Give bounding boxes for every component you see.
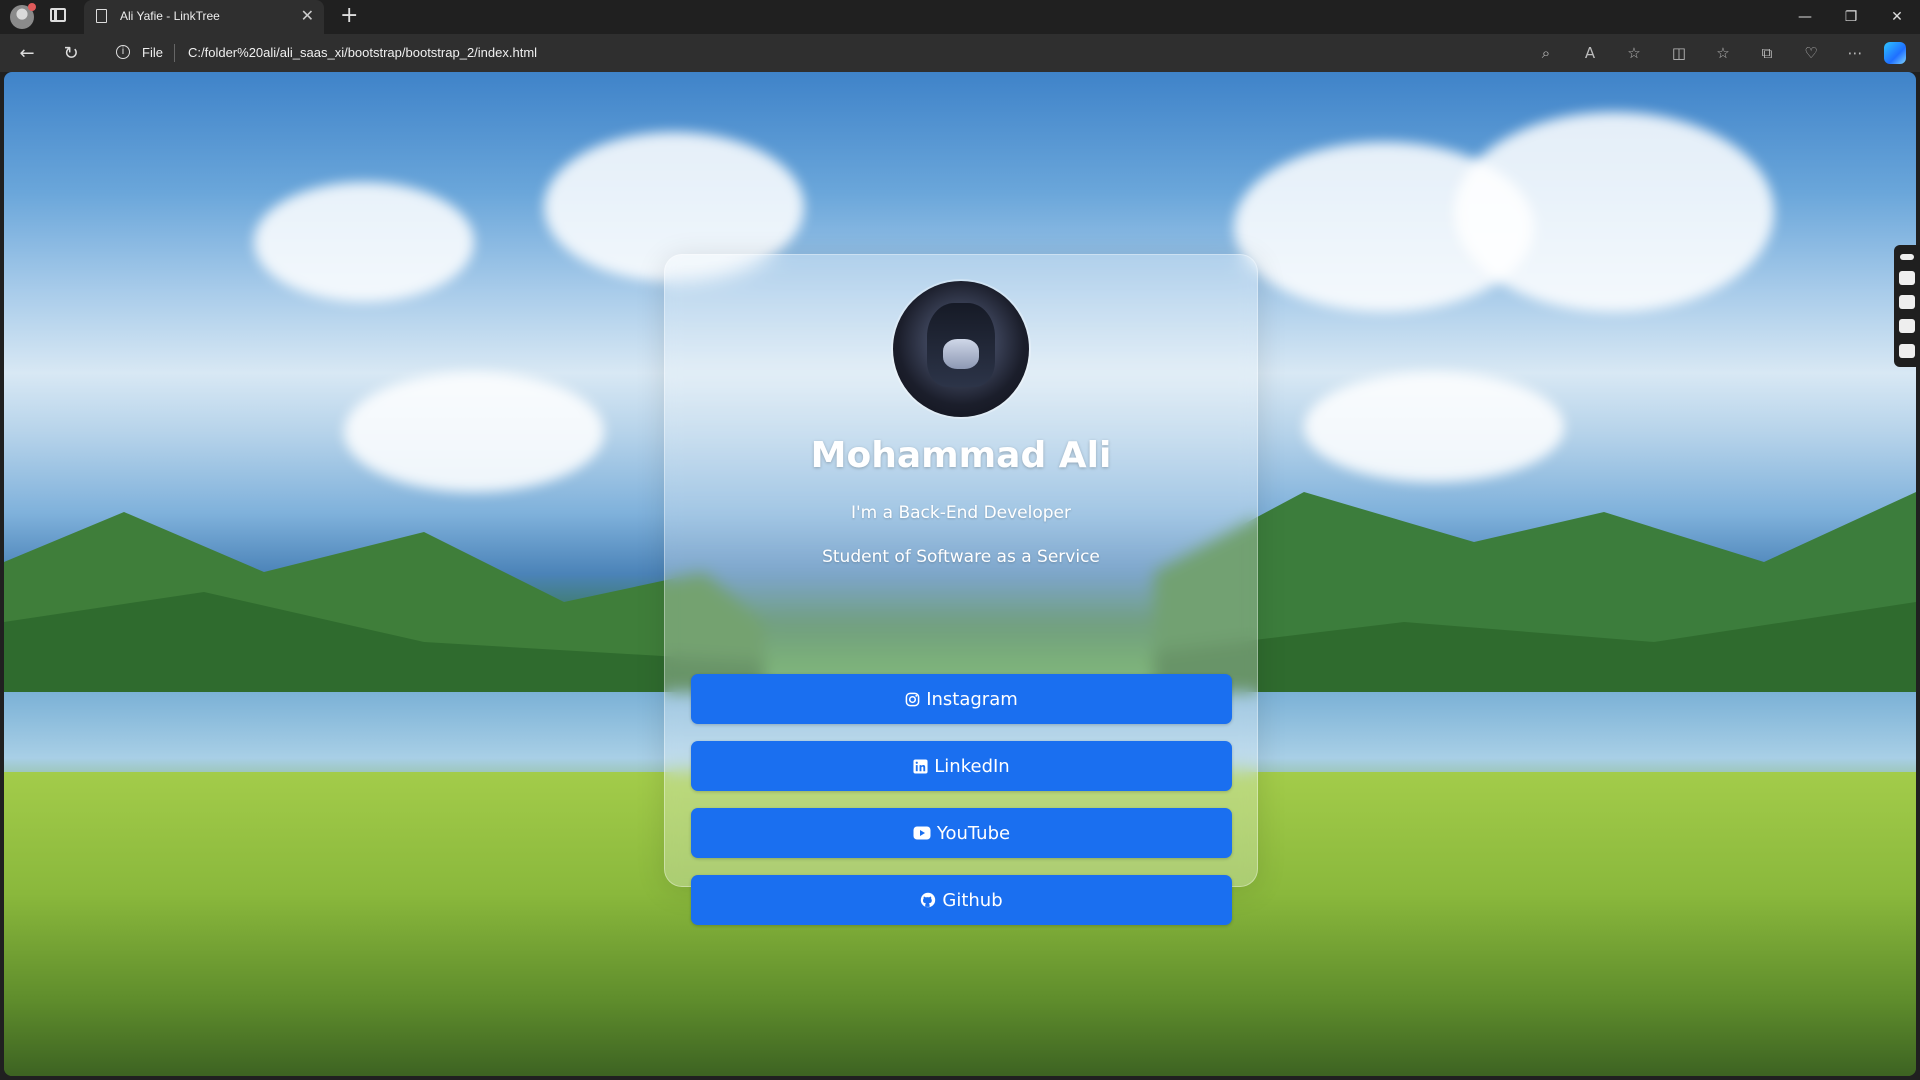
gear-icon[interactable] xyxy=(1899,343,1915,358)
minimize-button[interactable]: — xyxy=(1782,0,1828,34)
instagram-button[interactable]: Instagram xyxy=(691,674,1232,724)
new-tab-button[interactable]: + xyxy=(340,3,358,29)
linkedin-button[interactable]: LinkedIn xyxy=(691,741,1232,791)
cloud-shape xyxy=(1454,112,1774,312)
active-tab[interactable]: Ali Yafie - LinkTree ✕ xyxy=(84,0,324,34)
reload-icon[interactable]: ↻ xyxy=(58,40,84,66)
youtube-label: YouTube xyxy=(936,822,1011,844)
linkedin-label: LinkedIn xyxy=(934,755,1010,777)
address-divider xyxy=(174,44,175,62)
instagram-label: Instagram xyxy=(926,688,1018,710)
tagline-role: I'm a Back-End Developer xyxy=(850,503,1072,523)
copilot-icon[interactable] xyxy=(1884,42,1906,64)
cloud-shape xyxy=(254,182,474,302)
browser-toolbar: ← ↻ File C:/folder%20ali/ali_saas_xi/boo… xyxy=(0,34,1920,72)
close-window-button[interactable]: ✕ xyxy=(1874,0,1920,34)
window-icon[interactable] xyxy=(1899,319,1915,334)
profile-card: Mohammad Ali I'm a Back-End Developer St… xyxy=(664,254,1258,925)
collections-icon[interactable]: ⧉ xyxy=(1745,38,1789,68)
profile-avatar-icon[interactable] xyxy=(10,3,36,29)
profile-name: Mohammad Ali xyxy=(810,435,1112,476)
page-viewport: Mohammad Ali I'm a Back-End Developer St… xyxy=(4,72,1916,1076)
read-aloud-icon[interactable]: A xyxy=(1568,38,1612,68)
file-icon xyxy=(96,9,107,23)
favorites-icon[interactable]: ☆ xyxy=(1701,38,1745,68)
github-icon xyxy=(920,892,936,908)
url-text[interactable]: C:/folder%20ali/ali_saas_xi/bootstrap/bo… xyxy=(188,45,537,60)
site-info-icon[interactable] xyxy=(116,45,130,59)
github-button[interactable]: Github xyxy=(691,875,1232,925)
tab-close-icon[interactable]: ✕ xyxy=(301,6,314,26)
address-actions: ⌕ A ☆ xyxy=(1524,38,1656,68)
tab-title: Ali Yafie - LinkTree xyxy=(120,9,220,23)
more-icon[interactable]: ⋯ xyxy=(1833,38,1877,68)
youtube-icon xyxy=(913,826,931,840)
youtube-button[interactable]: YouTube xyxy=(691,808,1232,858)
tab-actions-icon[interactable] xyxy=(50,8,66,22)
camera-icon[interactable] xyxy=(1899,270,1915,285)
linkedin-icon xyxy=(913,758,928,774)
browser-actions: ◫ ☆ ⧉ ♡ ⋯ xyxy=(1657,38,1877,68)
split-screen-icon[interactable]: ◫ xyxy=(1657,38,1701,68)
handle-icon[interactable] xyxy=(1900,254,1914,261)
address-bar[interactable]: File C:/folder%20ali/ali_saas_xi/bootstr… xyxy=(106,38,1666,68)
video-icon[interactable] xyxy=(1899,294,1915,309)
browser-essentials-icon[interactable]: ♡ xyxy=(1789,38,1833,68)
protocol-label: File xyxy=(142,45,163,60)
back-arrow-icon[interactable]: ← xyxy=(14,40,40,66)
side-capture-toolbar xyxy=(1894,245,1920,367)
github-label: Github xyxy=(942,889,1003,911)
instagram-icon xyxy=(905,692,920,707)
tagline-study: Student of Software as a Service xyxy=(822,547,1100,567)
tab-bar: Ali Yafie - LinkTree ✕ + — ❐ ✕ xyxy=(0,0,1920,34)
restore-button[interactable]: ❐ xyxy=(1828,0,1874,34)
avatar xyxy=(893,281,1029,417)
window-controls: — ❐ ✕ xyxy=(1782,0,1920,34)
favorite-star-icon[interactable]: ☆ xyxy=(1612,38,1656,68)
zoom-icon[interactable]: ⌕ xyxy=(1524,38,1568,68)
